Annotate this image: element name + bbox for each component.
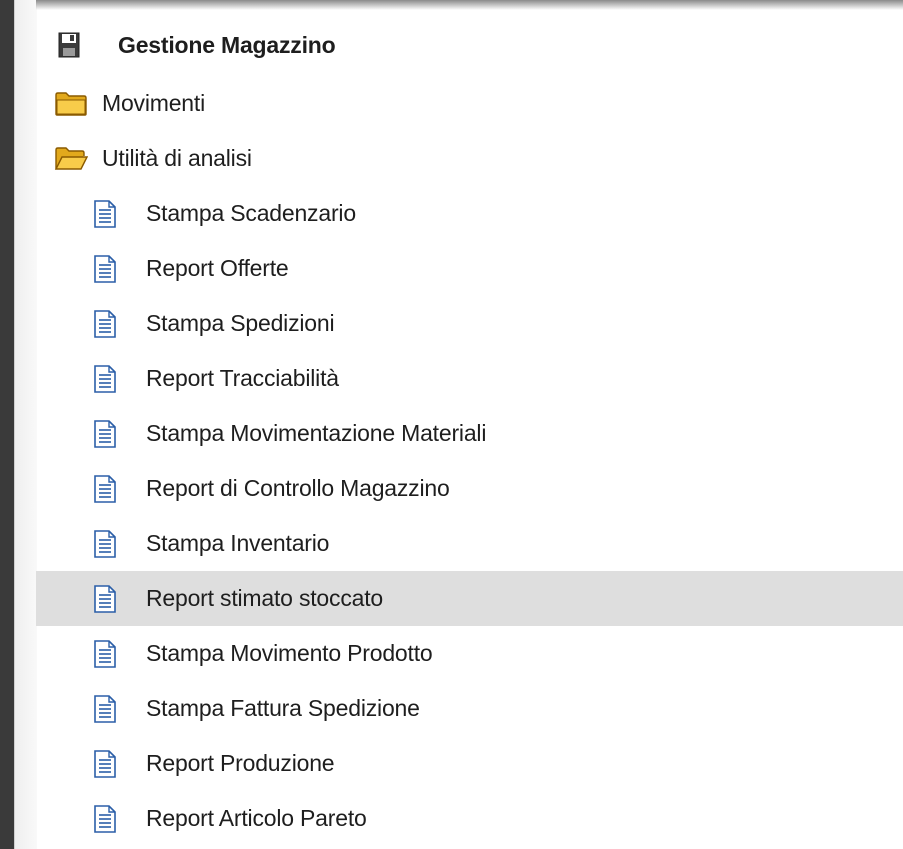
document-icon [92,749,118,778]
tree-item-label: Stampa Scadenzario [146,200,356,226]
tree-item-label: Report Offerte [146,255,289,281]
tree-item-label: Report di Controllo Magazzino [146,475,450,501]
document-icon [92,419,118,448]
document-icon [92,639,118,668]
tree-item-stampa-spedizioni[interactable]: Stampa Spedizioni [36,296,903,351]
floppy-disk-icon [58,32,80,58]
tree-item-label: Report stimato stoccato [146,585,384,611]
folder-closed-icon [54,91,88,117]
document-icon [92,199,118,228]
tree-item-label: Report Tracciabilità [146,365,339,391]
tree-root-label: Gestione Magazzino [118,31,336,58]
document-icon [92,474,118,503]
tree-root-gestione-magazzino[interactable]: Gestione Magazzino [36,14,903,76]
tree-item-stampa-movimentazione-materiali[interactable]: Stampa Movimentazione Materiali [36,406,903,461]
tree-item-stampa-fattura-spedizione[interactable]: Stampa Fattura Spedizione [36,681,903,736]
document-icon [92,694,118,723]
document-icon [92,254,118,283]
tree-item-report-tracciabilita[interactable]: Report Tracciabilità [36,351,903,406]
document-icon [92,529,118,558]
tree-item-report-offerte[interactable]: Report Offerte [36,241,903,296]
tree-item-stampa-movimento-prodotto[interactable]: Stampa Movimento Prodotto [36,626,903,681]
left-dark-border [0,0,14,849]
tree-item-stampa-scadenzario[interactable]: Stampa Scadenzario [36,186,903,241]
navigation-tree: Gestione Magazzino Movimenti Utilità di … [36,14,903,846]
tree-item-report-produzione[interactable]: Report Produzione [36,736,903,791]
tree-item-report-stimato-stoccato[interactable]: Report stimato stoccato [36,571,903,626]
top-shadow [36,0,903,10]
tree-item-report-di-controllo-magazzino[interactable]: Report di Controllo Magazzino [36,461,903,516]
tree-folder-label: Movimenti [102,90,206,116]
tree-item-label: Stampa Movimento Prodotto [146,640,433,666]
tree-item-report-articolo-pareto[interactable]: Report Articolo Pareto [36,791,903,846]
tree-item-label: Report Articolo Pareto [146,805,367,831]
tree-item-label: Report Produzione [146,750,335,776]
tree-folder-movimenti[interactable]: Movimenti [36,76,903,131]
tree-item-stampa-inventario[interactable]: Stampa Inventario [36,516,903,571]
document-icon [92,309,118,338]
document-icon [92,584,118,613]
tree-item-label: Stampa Spedizioni [146,310,335,336]
document-icon [92,804,118,833]
document-icon [92,364,118,393]
tree-folder-label: Utilità di analisi [102,145,252,171]
folder-open-icon [54,146,88,172]
tree-folder-utilita-di-analisi[interactable]: Utilità di analisi [36,131,903,186]
tree-item-label: Stampa Inventario [146,530,330,556]
tree-item-label: Stampa Movimentazione Materiali [146,420,487,446]
tree-item-label: Stampa Fattura Spedizione [146,695,420,721]
tree-gutter [14,0,37,849]
